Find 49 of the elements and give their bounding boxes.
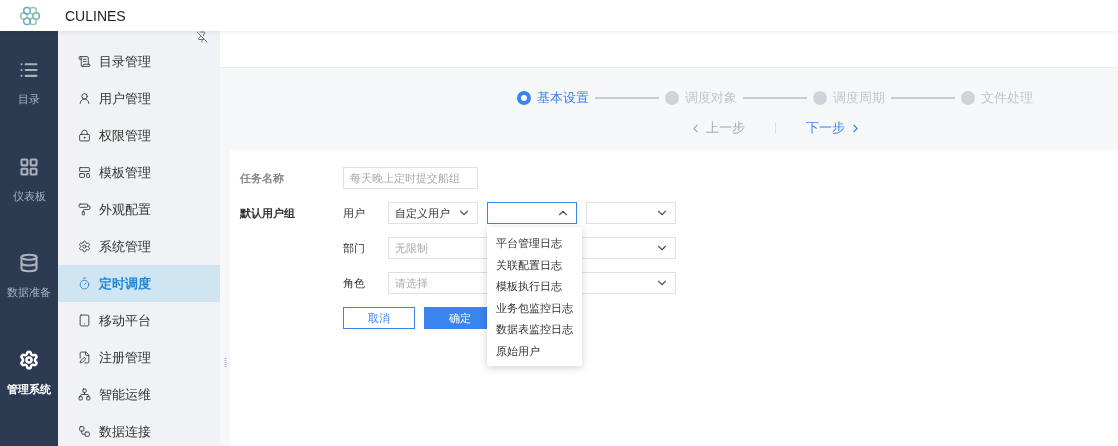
tablet-icon: [78, 314, 91, 327]
drag-handle-icon[interactable]: [223, 358, 227, 368]
app-title: CULINES: [65, 7, 126, 24]
workflow-icon: [78, 425, 91, 438]
paint-roller-icon: [78, 203, 91, 216]
cancel-button[interactable]: 取消: [343, 307, 415, 329]
layout-icon: [78, 166, 91, 179]
menu-item[interactable]: 数据连接: [58, 413, 220, 446]
field-label: 部门: [343, 240, 366, 256]
logo-icon: [19, 5, 41, 26]
field-label: 角色: [343, 275, 366, 291]
rail-item[interactable]: 管理系统: [7, 381, 51, 397]
unpin-icon[interactable]: [196, 31, 208, 43]
step-connector: [743, 97, 807, 99]
dropdown-option[interactable]: 原始用户: [487, 340, 582, 362]
menu-item[interactable]: 智能运维: [58, 376, 220, 413]
document-icon: [78, 55, 91, 68]
user-icon: [78, 92, 91, 105]
menu-item[interactable]: 用户管理: [58, 80, 220, 117]
gear-icon[interactable]: [19, 349, 39, 370]
network-icon: [78, 388, 91, 401]
timer-icon: [78, 277, 91, 290]
task-name-input[interactable]: 每天晚上定时提交船组: [343, 167, 478, 189]
database-icon[interactable]: [19, 253, 39, 273]
rail-item[interactable]: 仪表板: [12, 188, 46, 204]
gear-icon: [78, 240, 91, 253]
menu-item[interactable]: 目录管理: [58, 43, 220, 80]
dropdown-option[interactable]: 平台管理日志: [487, 233, 582, 255]
select-field[interactable]: 自定义用户: [388, 202, 478, 224]
field-label: 默认用户组: [240, 206, 296, 222]
field-label: 任务名称: [240, 171, 285, 187]
lock-icon: [78, 129, 91, 142]
step-connector: [891, 97, 955, 99]
next-step-button[interactable]: 下一步: [805, 119, 862, 137]
list-icon[interactable]: [19, 60, 39, 80]
field-label: 用户: [343, 205, 366, 221]
rail-item[interactable]: 目录: [18, 92, 40, 107]
menu-item[interactable]: 注册管理: [58, 339, 220, 376]
select-field[interactable]: [487, 202, 577, 224]
step-label: 基本设置: [537, 89, 589, 107]
rail-item[interactable]: 数据准备: [7, 285, 51, 300]
menu-item[interactable]: 移动平台: [58, 302, 220, 339]
menu-item[interactable]: 外观配置: [58, 191, 220, 228]
menu-item[interactable]: 系统管理: [58, 228, 220, 265]
step-connector: [595, 97, 659, 99]
edit-icon: [78, 351, 91, 364]
menu-item[interactable]: 模板管理: [58, 154, 220, 191]
menu-item[interactable]: 权限管理: [58, 117, 220, 154]
grid-icon[interactable]: [19, 156, 39, 177]
